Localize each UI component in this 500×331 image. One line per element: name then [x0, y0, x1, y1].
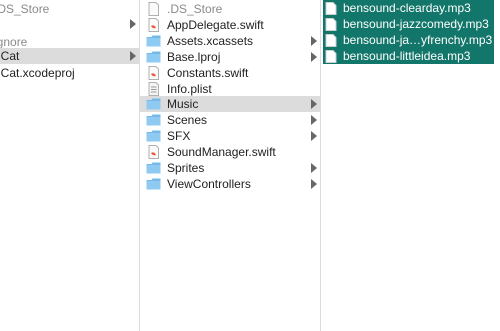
list-item-assets[interactable]: Assets.xcassets	[140, 33, 320, 49]
list-item-project-folder[interactable]: nCat	[0, 48, 139, 64]
item-label: ViewControllers	[167, 177, 251, 191]
chevron-right-icon	[311, 163, 317, 173]
list-item-constants[interactable]: Constants.swift	[140, 65, 320, 81]
list-item-info-plist[interactable]: Info.plist	[140, 81, 320, 97]
swift-file-icon	[146, 18, 161, 32]
list-item-ds-store[interactable]: .DS_Store	[0, 1, 139, 17]
chevron-right-icon	[130, 51, 136, 61]
folder-icon	[146, 50, 161, 64]
audio-file-icon	[325, 1, 337, 15]
list-item-base-lproj[interactable]: Base.lproj	[140, 49, 320, 65]
item-label: nCat	[0, 49, 20, 63]
folder-icon	[146, 129, 161, 143]
item-label: AppDelegate.swift	[167, 18, 264, 32]
chevron-right-icon	[311, 99, 317, 109]
item-label: SFX	[167, 129, 191, 143]
list-item-ds-store[interactable]: .DS_Store	[140, 1, 320, 17]
item-label: nCat.xcodeproj	[0, 66, 75, 80]
list-item-scenes[interactable]: Scenes	[140, 112, 320, 128]
audio-file-icon	[325, 17, 337, 31]
item-label: Info.plist	[167, 82, 212, 96]
list-item-mp3-jazzyfrenchy[interactable]: bensound-ja…yfrenchy.mp3	[323, 32, 494, 48]
folder-icon	[146, 161, 161, 175]
item-label: bensound-littleidea.mp3	[343, 49, 471, 63]
finder-column-2: .DS_Store AppDelegate.swift Assets.xcass…	[140, 0, 321, 331]
folder-icon	[146, 113, 161, 127]
list-item-appdelegate[interactable]: AppDelegate.swift	[140, 17, 320, 33]
item-label: Assets.xcassets	[167, 34, 254, 48]
audio-file-icon	[325, 33, 337, 47]
chevron-right-icon	[130, 19, 136, 29]
file-icon	[146, 2, 161, 16]
list-item-music[interactable]: Music	[140, 96, 320, 112]
chevron-right-icon	[311, 179, 317, 189]
swift-file-icon	[146, 66, 161, 80]
list-item-mp3-littleidea[interactable]: bensound-littleidea.mp3	[323, 48, 494, 64]
item-label: .DS_Store	[0, 2, 50, 16]
item-label: bensound-clearday.mp3	[343, 1, 471, 15]
folder-icon	[146, 177, 161, 191]
finder-column-3: bensound-clearday.mp3 bensound-jazzcomed…	[321, 0, 500, 331]
plist-file-icon	[146, 82, 161, 96]
swift-file-icon	[146, 145, 161, 159]
item-label: Music	[167, 97, 199, 111]
item-label: Base.lproj	[167, 50, 221, 64]
folder-icon	[146, 97, 161, 111]
item-label: .DS_Store	[167, 2, 223, 16]
list-item-soundmanager[interactable]: SoundManager.swift	[140, 144, 320, 160]
chevron-right-icon	[311, 52, 317, 62]
item-label: Sprites	[167, 161, 205, 175]
list-item-mp3-jazzcomedy[interactable]: bensound-jazzcomedy.mp3	[323, 16, 494, 32]
list-item-mp3-clearday[interactable]: bensound-clearday.mp3	[323, 0, 494, 16]
chevron-right-icon	[311, 131, 317, 141]
item-label: Scenes	[167, 113, 208, 127]
item-label: bensound-jazzcomedy.mp3	[343, 17, 489, 31]
list-item-viewcontrollers[interactable]: ViewControllers	[140, 176, 320, 192]
list-item-xcodeproj[interactable]: nCat.xcodeproj	[0, 65, 139, 81]
item-label: bensound-ja…yfrenchy.mp3	[343, 33, 493, 47]
list-item-sprites[interactable]: Sprites	[140, 160, 320, 176]
finder-column-1: .DS_Store ignore nCat nCat.xcodeproj	[0, 0, 140, 331]
chevron-right-icon	[311, 115, 317, 125]
item-label: SoundManager.swift	[167, 145, 276, 159]
item-label: Constants.swift	[167, 66, 249, 80]
folder-icon	[146, 34, 161, 48]
list-item-sfx[interactable]: SFX	[140, 128, 320, 144]
chevron-right-icon	[311, 36, 317, 46]
audio-file-icon	[325, 49, 337, 63]
